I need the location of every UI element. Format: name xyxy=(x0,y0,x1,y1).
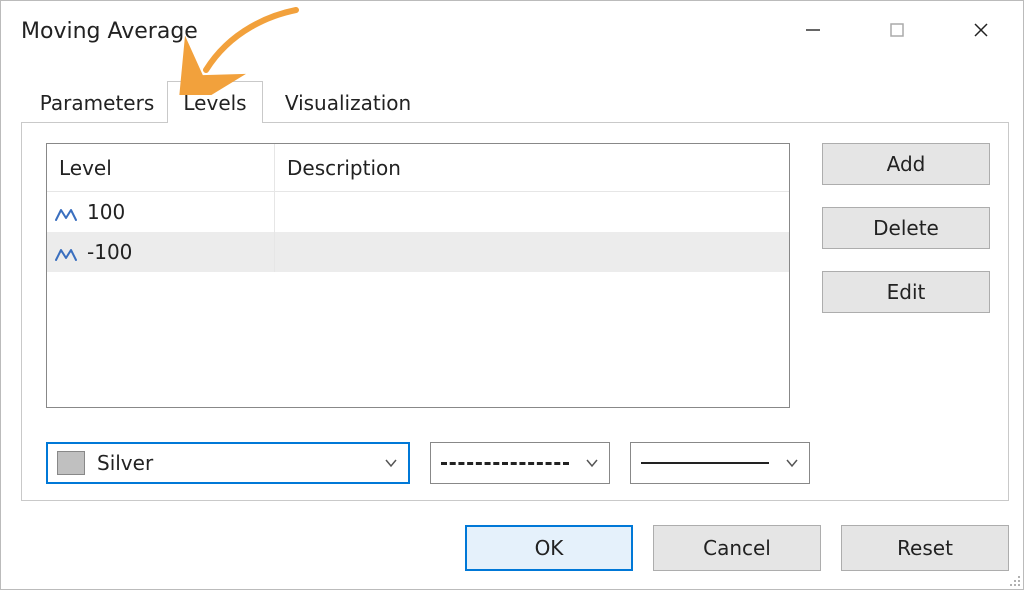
tab-visualization[interactable]: Visualization xyxy=(263,81,433,123)
chevron-down-icon xyxy=(384,451,398,475)
table-header: Level Description xyxy=(47,144,789,192)
line-color-combo[interactable]: Silver xyxy=(46,442,410,484)
level-line-icon xyxy=(55,204,77,220)
minimize-button[interactable] xyxy=(771,1,855,59)
level-value: 100 xyxy=(87,200,125,224)
dialog-buttons: OK Cancel Reset xyxy=(465,525,1009,571)
close-button[interactable] xyxy=(939,1,1023,59)
level-value: -100 xyxy=(87,240,132,264)
button-label: Cancel xyxy=(703,536,771,560)
table-row[interactable]: -100 xyxy=(47,232,789,272)
header-level[interactable]: Level xyxy=(47,144,275,191)
chevron-down-icon xyxy=(785,451,799,475)
cancel-button[interactable]: Cancel xyxy=(653,525,821,571)
resize-grip-icon[interactable] xyxy=(1005,571,1021,587)
title-bar: Moving Average xyxy=(1,1,1023,61)
side-buttons: Add Delete Edit xyxy=(822,143,990,313)
dialog-window: Moving Average Parameter xyxy=(0,0,1024,590)
line-style-combo[interactable] xyxy=(430,442,610,484)
table-row[interactable]: 100 xyxy=(47,192,789,232)
window-controls xyxy=(771,1,1023,59)
levels-table[interactable]: Level Description 100 -100 xyxy=(46,143,790,408)
tab-levels[interactable]: Levels xyxy=(167,81,263,123)
tab-label: Visualization xyxy=(285,91,411,115)
reset-button[interactable]: Reset xyxy=(841,525,1009,571)
maximize-button[interactable] xyxy=(855,1,939,59)
chevron-down-icon xyxy=(585,451,599,475)
line-preview-icon xyxy=(641,462,769,464)
level-line-icon xyxy=(55,244,77,260)
button-label: Edit xyxy=(887,280,926,304)
button-label: OK xyxy=(535,536,564,560)
color-name-label: Silver xyxy=(97,451,153,475)
window-title: Moving Average xyxy=(21,19,198,44)
add-button[interactable]: Add xyxy=(822,143,990,185)
table-body: 100 -100 xyxy=(47,192,789,272)
tab-label: Levels xyxy=(183,91,246,115)
tab-parameters[interactable]: Parameters xyxy=(27,81,167,123)
ok-button[interactable]: OK xyxy=(465,525,633,571)
button-label: Delete xyxy=(873,216,939,240)
style-row: Silver xyxy=(46,442,810,484)
dash-preview-icon xyxy=(441,462,569,465)
delete-button[interactable]: Delete xyxy=(822,207,990,249)
edit-button[interactable]: Edit xyxy=(822,271,990,313)
color-swatch-icon xyxy=(57,451,85,475)
tab-content-levels: Level Description 100 -100 Add Delete Edi… xyxy=(21,122,1009,501)
button-label: Add xyxy=(887,152,926,176)
tab-label: Parameters xyxy=(40,91,154,115)
button-label: Reset xyxy=(897,536,953,560)
header-description[interactable]: Description xyxy=(275,144,789,191)
line-width-combo[interactable] xyxy=(630,442,810,484)
tab-area: Parameters Levels Visualization Level De… xyxy=(21,81,1009,501)
tab-strip: Parameters Levels Visualization xyxy=(21,81,1009,123)
